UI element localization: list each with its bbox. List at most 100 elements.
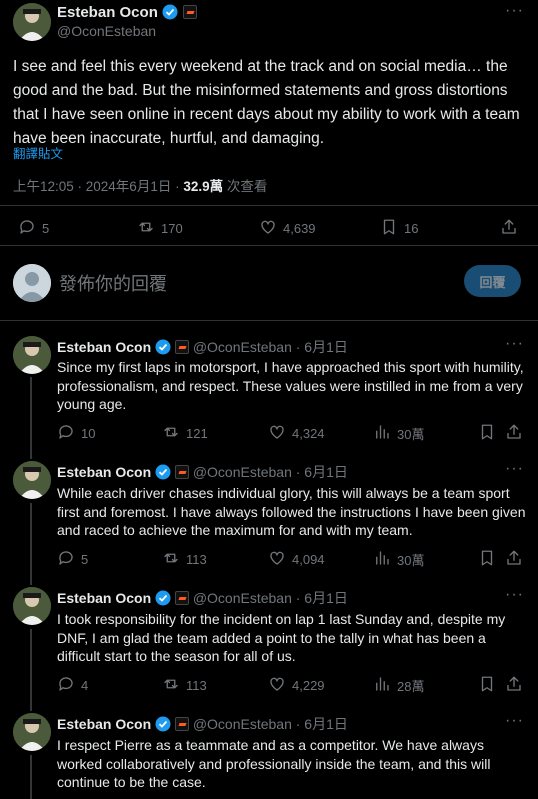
author-name[interactable]: Esteban Ocon [57,339,151,355]
reply-input[interactable]: 發佈你的回覆 [59,270,167,296]
reply-count: 4 [81,678,89,693]
bookmark-button[interactable]: 16 [380,218,418,239]
tweet-meta: 上午12:05 · 2024年6月1日 · 32.9萬 次查看 [13,175,267,195]
like-count: 4,094 [292,552,325,567]
more-options-icon[interactable]: ··· [505,712,524,730]
reply-body: While each driver chases individual glor… [57,485,526,538]
heart-icon [268,423,286,444]
retweet-icon [137,218,155,239]
bookmark-button[interactable] [478,423,496,444]
share-button[interactable] [505,675,523,696]
retweet-count: 121 [186,426,208,441]
share-icon [505,423,523,444]
author-name[interactable]: Esteban Ocon [57,4,158,21]
like-button[interactable]: 4,094 [268,549,325,570]
share-icon [500,218,518,239]
like-count: 4,639 [283,221,316,236]
divider [0,245,538,246]
avatar[interactable] [13,461,51,499]
avatar[interactable] [13,3,51,41]
verified-icon [155,339,171,355]
retweet-button[interactable]: 170 [137,218,183,239]
author-name[interactable]: Esteban Ocon [57,464,151,480]
affiliate-badge-icon[interactable] [174,340,189,354]
reply-button[interactable]: 5 [18,218,49,239]
author-handle[interactable]: @OconEsteban [193,339,292,355]
author-handle[interactable]: @OconEsteban [193,590,292,606]
bookmark-icon [478,423,496,444]
bookmark-icon [380,218,398,239]
reply-icon [57,675,75,696]
user-avatar[interactable] [13,264,51,302]
reply-date[interactable]: · 6月1日 [296,716,348,732]
views-count: 30萬 [397,427,425,442]
views-label: 次查看 [223,179,268,194]
affiliate-badge-icon[interactable] [174,717,189,731]
like-button[interactable]: 4,229 [268,675,325,696]
author-name[interactable]: Esteban Ocon [57,716,151,732]
share-button[interactable] [505,423,523,444]
reply-count: 5 [42,221,50,236]
more-options-icon[interactable]: ··· [505,335,524,353]
analytics-icon [373,675,391,696]
views-button[interactable]: 30萬 [373,423,424,444]
bookmark-icon [478,549,496,570]
reply-button[interactable]: 5 [57,549,88,570]
thread-line [30,629,32,711]
share-icon [505,549,523,570]
tweet-timestamp[interactable]: 上午12:05 · 2024年6月1日 · [13,179,183,194]
avatar[interactable] [13,713,51,751]
views-count: 28萬 [397,679,425,694]
thread-line [30,377,32,459]
heart-icon [268,549,286,570]
bookmark-icon [478,675,496,696]
retweet-icon [162,549,180,570]
analytics-icon [373,423,391,444]
verified-icon [155,716,171,732]
more-options-icon[interactable]: ··· [505,2,524,20]
views-button[interactable]: 28萬 [373,675,424,696]
share-button[interactable] [500,218,518,239]
reply-body: I respect Pierre as a teammate and as a … [57,737,491,790]
reply-count: 10 [81,426,96,441]
divider [0,205,538,206]
verified-icon [155,464,171,480]
share-button[interactable] [505,549,523,570]
heart-icon [259,218,277,239]
retweet-button[interactable]: 113 [162,675,207,696]
affiliate-badge-icon[interactable] [174,591,189,605]
affiliate-badge-icon[interactable] [174,465,189,479]
views-button[interactable]: 30萬 [373,549,424,570]
retweet-button[interactable]: 121 [162,423,208,444]
reply-button[interactable]: 10 [57,423,95,444]
author-handle[interactable]: @OconEsteban [57,23,156,39]
retweet-icon [162,423,180,444]
retweet-button[interactable]: 113 [162,549,207,570]
avatar[interactable] [13,336,51,374]
reply-date[interactable]: · 6月1日 [296,464,348,480]
translate-link[interactable]: 翻譯貼文 [13,143,63,162]
reply-submit-button[interactable]: 回覆 [464,265,521,297]
reply-date[interactable]: · 6月1日 [296,339,348,355]
more-options-icon[interactable]: ··· [505,460,524,478]
reply-date[interactable]: · 6月1日 [296,590,348,606]
heart-icon [268,675,286,696]
author-handle[interactable]: @OconEsteban [193,716,292,732]
like-count: 4,324 [292,426,325,441]
like-button[interactable]: 4,639 [259,218,316,239]
affiliate-badge-icon[interactable] [182,5,197,19]
avatar[interactable] [13,587,51,625]
bookmark-button[interactable] [478,675,496,696]
more-options-icon[interactable]: ··· [505,586,524,604]
retweet-count: 113 [186,678,207,693]
bookmark-count: 16 [404,221,419,236]
author-handle[interactable]: @OconEsteban [193,464,292,480]
author-name[interactable]: Esteban Ocon [57,590,151,606]
reply-icon [57,423,75,444]
reply-button[interactable]: 4 [57,675,88,696]
reply-icon [57,549,75,570]
views-count: 32.9萬 [183,179,224,194]
bookmark-button[interactable] [478,549,496,570]
like-button[interactable]: 4,324 [268,423,325,444]
verified-icon [155,590,171,606]
